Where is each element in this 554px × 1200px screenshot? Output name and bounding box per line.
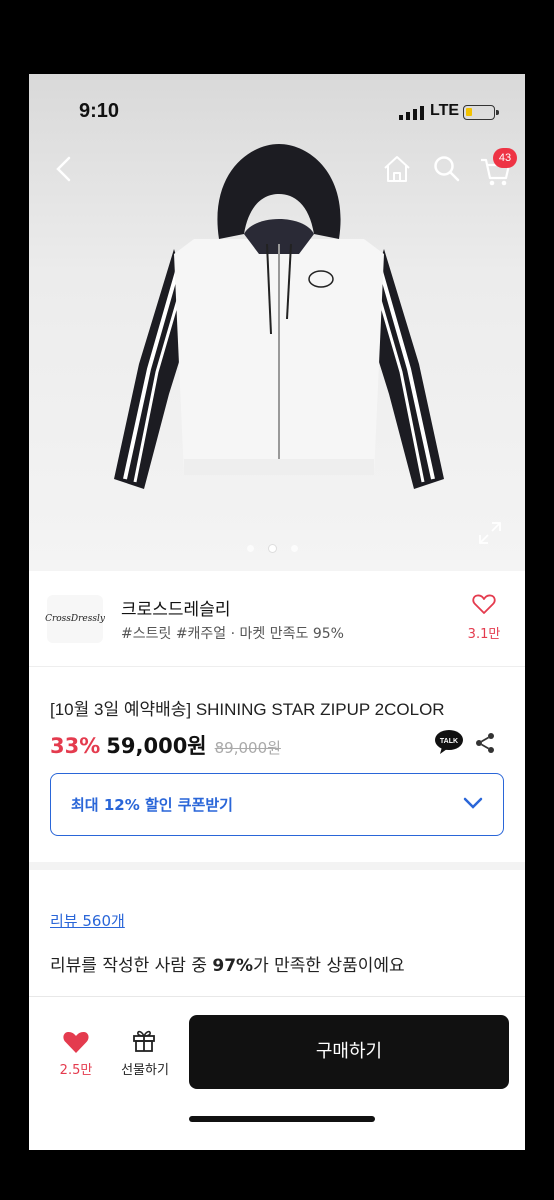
discount-rate: 33% [50, 734, 101, 758]
section-divider [29, 862, 525, 870]
share-icon[interactable] [473, 731, 497, 755]
gift-icon[interactable] [131, 1027, 157, 1053]
original-price: 89,000원 [214, 739, 281, 757]
phone-screen: 9:10 LTE 43 CrossDressly 크로스드레슬리 #스트릿 #캐… [29, 74, 525, 1150]
sale-price: 59,000원 [106, 734, 207, 758]
gift-label[interactable]: 선물하기 [115, 1059, 175, 1078]
heart-outline-icon[interactable] [472, 593, 496, 615]
search-icon[interactable] [432, 154, 462, 184]
review-count-link[interactable]: 리뷰 560개 [50, 910, 125, 931]
carousel-dot[interactable] [291, 545, 298, 552]
seller-section[interactable]: CrossDressly 크로스드레슬리 #스트릿 #캐주얼 · 마켓 만족도 … [29, 571, 525, 667]
product-like-count: 2.5만 [59, 1063, 93, 1078]
status-bar: 9:10 LTE [29, 74, 525, 134]
coupon-label: 최대 12% 할인 쿠폰받기 [71, 796, 233, 814]
carousel-dot[interactable] [247, 545, 254, 552]
bottom-action-bar: 2.5만 선물하기 구매하기 [29, 996, 525, 1150]
carousel-dot-active[interactable] [269, 545, 276, 552]
review-text-suffix: 가 만족한 상품이에요 [253, 956, 405, 976]
battery-icon [463, 105, 499, 120]
seller-name[interactable]: 크로스드레슬리 [121, 595, 230, 620]
review-text-prefix: 리뷰를 작성한 사람 중 [50, 956, 213, 976]
buy-button[interactable]: 구매하기 [189, 1015, 509, 1089]
network-label: LTE [430, 102, 460, 119]
heart-filled-icon[interactable] [62, 1029, 90, 1055]
kakao-talk-icon[interactable]: TALK [434, 729, 464, 755]
review-percent: 97% [212, 956, 254, 976]
chevron-down-icon [463, 797, 483, 809]
home-icon[interactable] [382, 154, 412, 184]
seller-tags: #스트릿 #캐주얼 · 마켓 만족도 95% [121, 626, 344, 642]
kakao-talk-label: TALK [440, 738, 458, 745]
status-time: 9:10 [79, 100, 120, 122]
hoodie-image [114, 144, 444, 489]
price-row: 33% 59,000원 89,000원 [50, 730, 281, 760]
seller-logo[interactable]: CrossDressly [45, 595, 105, 643]
back-icon[interactable] [49, 154, 79, 184]
product-title: [10월 3일 예약배송] SHINING STAR ZIPUP 2COLOR [50, 700, 445, 719]
signal-icon [399, 106, 424, 120]
review-summary: 리뷰를 작성한 사람 중 97%가 만족한 상품이에요 [50, 951, 405, 976]
coupon-button[interactable]: 최대 12% 할인 쿠폰받기 [50, 773, 504, 836]
seller-like-count: 3.1만 [467, 627, 501, 642]
product-image[interactable]: 9:10 LTE 43 [29, 74, 525, 571]
home-indicator[interactable] [189, 1116, 375, 1122]
expand-icon[interactable] [478, 521, 502, 545]
cart-count-badge: 43 [493, 148, 517, 168]
carousel-dots [247, 537, 313, 556]
